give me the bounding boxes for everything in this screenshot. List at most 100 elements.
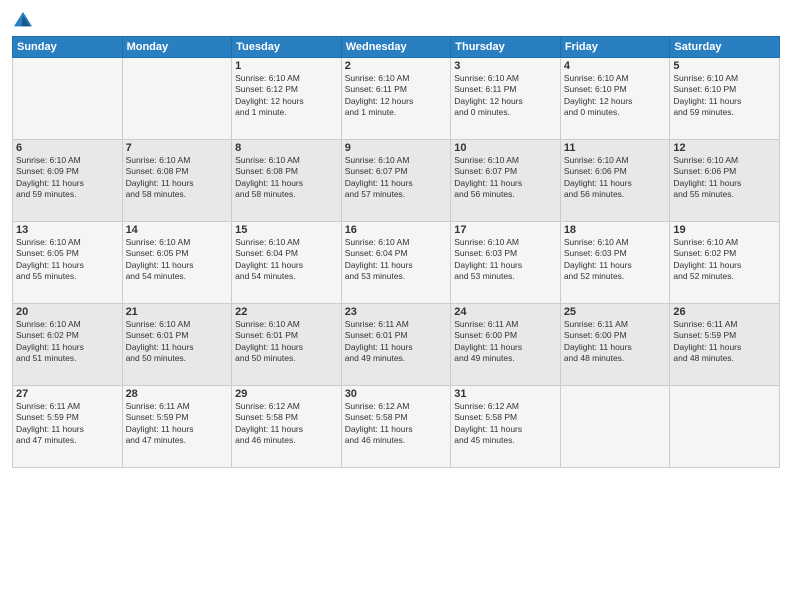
day-cell: 25Sunrise: 6:11 AM Sunset: 6:00 PM Dayli… xyxy=(560,304,670,386)
day-cell: 10Sunrise: 6:10 AM Sunset: 6:07 PM Dayli… xyxy=(451,140,561,222)
day-number: 4 xyxy=(564,60,667,72)
day-cell: 13Sunrise: 6:10 AM Sunset: 6:05 PM Dayli… xyxy=(13,222,123,304)
day-cell: 7Sunrise: 6:10 AM Sunset: 6:08 PM Daylig… xyxy=(122,140,232,222)
day-info: Sunrise: 6:10 AM Sunset: 6:02 PM Dayligh… xyxy=(16,319,119,365)
day-number: 30 xyxy=(345,388,448,400)
day-cell: 20Sunrise: 6:10 AM Sunset: 6:02 PM Dayli… xyxy=(13,304,123,386)
day-cell: 24Sunrise: 6:11 AM Sunset: 6:00 PM Dayli… xyxy=(451,304,561,386)
day-info: Sunrise: 6:10 AM Sunset: 6:03 PM Dayligh… xyxy=(454,237,557,283)
day-cell: 16Sunrise: 6:10 AM Sunset: 6:04 PM Dayli… xyxy=(341,222,451,304)
day-cell: 12Sunrise: 6:10 AM Sunset: 6:06 PM Dayli… xyxy=(670,140,780,222)
day-header-saturday: Saturday xyxy=(670,37,780,58)
calendar-page: SundayMondayTuesdayWednesdayThursdayFrid… xyxy=(0,0,792,612)
day-number: 22 xyxy=(235,306,338,318)
day-info: Sunrise: 6:10 AM Sunset: 6:10 PM Dayligh… xyxy=(673,73,776,119)
logo xyxy=(12,10,38,30)
day-cell xyxy=(670,386,780,468)
logo-icon xyxy=(12,10,34,30)
day-number: 11 xyxy=(564,142,667,154)
day-number: 12 xyxy=(673,142,776,154)
day-cell: 17Sunrise: 6:10 AM Sunset: 6:03 PM Dayli… xyxy=(451,222,561,304)
day-number: 21 xyxy=(126,306,229,318)
day-number: 20 xyxy=(16,306,119,318)
day-number: 28 xyxy=(126,388,229,400)
day-number: 23 xyxy=(345,306,448,318)
day-cell: 23Sunrise: 6:11 AM Sunset: 6:01 PM Dayli… xyxy=(341,304,451,386)
day-header-tuesday: Tuesday xyxy=(232,37,342,58)
day-cell: 21Sunrise: 6:10 AM Sunset: 6:01 PM Dayli… xyxy=(122,304,232,386)
week-row-2: 13Sunrise: 6:10 AM Sunset: 6:05 PM Dayli… xyxy=(13,222,780,304)
day-info: Sunrise: 6:10 AM Sunset: 6:03 PM Dayligh… xyxy=(564,237,667,283)
day-number: 6 xyxy=(16,142,119,154)
day-header-wednesday: Wednesday xyxy=(341,37,451,58)
day-cell xyxy=(560,386,670,468)
day-header-friday: Friday xyxy=(560,37,670,58)
day-cell: 3Sunrise: 6:10 AM Sunset: 6:11 PM Daylig… xyxy=(451,58,561,140)
day-number: 26 xyxy=(673,306,776,318)
day-cell: 19Sunrise: 6:10 AM Sunset: 6:02 PM Dayli… xyxy=(670,222,780,304)
day-header-thursday: Thursday xyxy=(451,37,561,58)
day-cell xyxy=(13,58,123,140)
header xyxy=(12,10,780,30)
day-cell: 6Sunrise: 6:10 AM Sunset: 6:09 PM Daylig… xyxy=(13,140,123,222)
day-cell: 28Sunrise: 6:11 AM Sunset: 5:59 PM Dayli… xyxy=(122,386,232,468)
day-cell: 30Sunrise: 6:12 AM Sunset: 5:58 PM Dayli… xyxy=(341,386,451,468)
day-cell: 14Sunrise: 6:10 AM Sunset: 6:05 PM Dayli… xyxy=(122,222,232,304)
day-number: 27 xyxy=(16,388,119,400)
day-number: 15 xyxy=(235,224,338,236)
day-info: Sunrise: 6:10 AM Sunset: 6:07 PM Dayligh… xyxy=(454,155,557,201)
day-info: Sunrise: 6:10 AM Sunset: 6:04 PM Dayligh… xyxy=(235,237,338,283)
day-cell: 26Sunrise: 6:11 AM Sunset: 5:59 PM Dayli… xyxy=(670,304,780,386)
day-cell: 4Sunrise: 6:10 AM Sunset: 6:10 PM Daylig… xyxy=(560,58,670,140)
day-info: Sunrise: 6:10 AM Sunset: 6:08 PM Dayligh… xyxy=(235,155,338,201)
day-number: 13 xyxy=(16,224,119,236)
day-info: Sunrise: 6:10 AM Sunset: 6:06 PM Dayligh… xyxy=(564,155,667,201)
day-number: 7 xyxy=(126,142,229,154)
day-info: Sunrise: 6:11 AM Sunset: 5:59 PM Dayligh… xyxy=(673,319,776,365)
day-number: 5 xyxy=(673,60,776,72)
day-cell xyxy=(122,58,232,140)
day-info: Sunrise: 6:10 AM Sunset: 6:04 PM Dayligh… xyxy=(345,237,448,283)
day-number: 19 xyxy=(673,224,776,236)
day-info: Sunrise: 6:10 AM Sunset: 6:08 PM Dayligh… xyxy=(126,155,229,201)
day-info: Sunrise: 6:11 AM Sunset: 6:01 PM Dayligh… xyxy=(345,319,448,365)
day-number: 24 xyxy=(454,306,557,318)
day-number: 14 xyxy=(126,224,229,236)
day-cell: 15Sunrise: 6:10 AM Sunset: 6:04 PM Dayli… xyxy=(232,222,342,304)
week-row-3: 20Sunrise: 6:10 AM Sunset: 6:02 PM Dayli… xyxy=(13,304,780,386)
day-info: Sunrise: 6:10 AM Sunset: 6:07 PM Dayligh… xyxy=(345,155,448,201)
day-number: 1 xyxy=(235,60,338,72)
day-cell: 5Sunrise: 6:10 AM Sunset: 6:10 PM Daylig… xyxy=(670,58,780,140)
day-info: Sunrise: 6:12 AM Sunset: 5:58 PM Dayligh… xyxy=(345,401,448,447)
day-number: 17 xyxy=(454,224,557,236)
day-info: Sunrise: 6:10 AM Sunset: 6:05 PM Dayligh… xyxy=(16,237,119,283)
week-row-0: 1Sunrise: 6:10 AM Sunset: 6:12 PM Daylig… xyxy=(13,58,780,140)
day-cell: 29Sunrise: 6:12 AM Sunset: 5:58 PM Dayli… xyxy=(232,386,342,468)
day-info: Sunrise: 6:10 AM Sunset: 6:09 PM Dayligh… xyxy=(16,155,119,201)
day-info: Sunrise: 6:10 AM Sunset: 6:05 PM Dayligh… xyxy=(126,237,229,283)
day-number: 16 xyxy=(345,224,448,236)
day-number: 18 xyxy=(564,224,667,236)
day-info: Sunrise: 6:10 AM Sunset: 6:10 PM Dayligh… xyxy=(564,73,667,119)
day-info: Sunrise: 6:11 AM Sunset: 5:59 PM Dayligh… xyxy=(16,401,119,447)
day-cell: 31Sunrise: 6:12 AM Sunset: 5:58 PM Dayli… xyxy=(451,386,561,468)
day-info: Sunrise: 6:11 AM Sunset: 5:59 PM Dayligh… xyxy=(126,401,229,447)
day-cell: 22Sunrise: 6:10 AM Sunset: 6:01 PM Dayli… xyxy=(232,304,342,386)
day-info: Sunrise: 6:10 AM Sunset: 6:01 PM Dayligh… xyxy=(126,319,229,365)
day-cell: 2Sunrise: 6:10 AM Sunset: 6:11 PM Daylig… xyxy=(341,58,451,140)
day-cell: 18Sunrise: 6:10 AM Sunset: 6:03 PM Dayli… xyxy=(560,222,670,304)
day-number: 8 xyxy=(235,142,338,154)
day-number: 9 xyxy=(345,142,448,154)
day-info: Sunrise: 6:11 AM Sunset: 6:00 PM Dayligh… xyxy=(454,319,557,365)
day-number: 25 xyxy=(564,306,667,318)
day-number: 10 xyxy=(454,142,557,154)
day-cell: 9Sunrise: 6:10 AM Sunset: 6:07 PM Daylig… xyxy=(341,140,451,222)
day-number: 29 xyxy=(235,388,338,400)
header-row: SundayMondayTuesdayWednesdayThursdayFrid… xyxy=(13,37,780,58)
day-cell: 27Sunrise: 6:11 AM Sunset: 5:59 PM Dayli… xyxy=(13,386,123,468)
day-info: Sunrise: 6:10 AM Sunset: 6:11 PM Dayligh… xyxy=(454,73,557,119)
day-info: Sunrise: 6:10 AM Sunset: 6:11 PM Dayligh… xyxy=(345,73,448,119)
day-info: Sunrise: 6:10 AM Sunset: 6:12 PM Dayligh… xyxy=(235,73,338,119)
day-info: Sunrise: 6:10 AM Sunset: 6:02 PM Dayligh… xyxy=(673,237,776,283)
week-row-4: 27Sunrise: 6:11 AM Sunset: 5:59 PM Dayli… xyxy=(13,386,780,468)
